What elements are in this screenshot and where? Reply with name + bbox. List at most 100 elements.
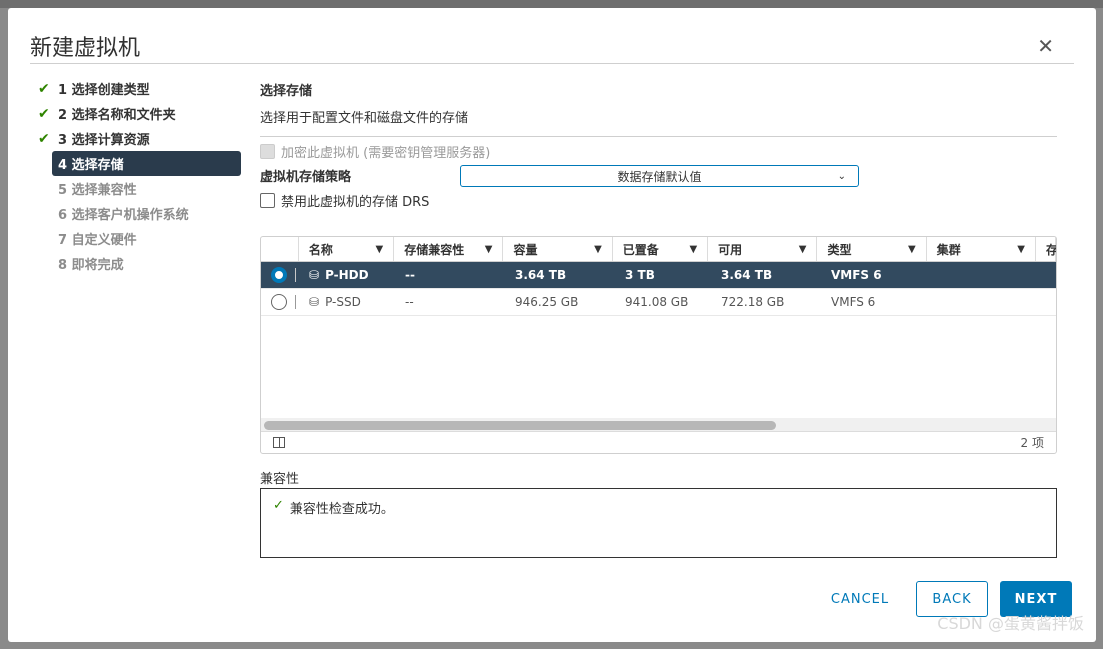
item-count: 2 项 [1020, 436, 1044, 450]
filter-icon[interactable]: ▼ [485, 244, 493, 255]
table-row[interactable]: ⛁ P-SSD -- 946.25 GB 941.08 GB 722.18 GB … [261, 289, 1056, 316]
filter-icon[interactable]: ▼ [376, 244, 384, 255]
cell-text: P-HDD [325, 268, 369, 282]
step-label: 7 自定义硬件 [58, 233, 137, 248]
scrollbar-thumb[interactable] [264, 421, 776, 430]
step-4[interactable]: 4 选择存储 [52, 151, 241, 176]
cell-text: -- [405, 268, 415, 282]
cell-cluster [931, 289, 1041, 315]
cell-free: 722.18 GB [711, 289, 821, 315]
separator [295, 295, 296, 309]
cancel-button[interactable]: CANCEL [824, 581, 896, 617]
cell-compat: -- [395, 262, 505, 288]
cell-text: P-SSD [325, 295, 361, 309]
cell-text: -- [405, 295, 414, 309]
cell-text: 3.64 TB [721, 268, 773, 282]
cell-text: 3 TB [625, 268, 655, 282]
check-icon: ✔ [38, 130, 50, 147]
step-label: 1 选择创建类型 [58, 83, 150, 98]
cell-name: ⛁ P-SSD [299, 289, 395, 315]
encrypt-row: 加密此虚拟机 (需要密钥管理服务器) [260, 142, 490, 161]
header-label: 可用 [718, 242, 743, 257]
cell-provisioned: 941.08 GB [615, 289, 711, 315]
check-icon: ✔ [38, 105, 50, 122]
step-1[interactable]: ✔ 1 选择创建类型 [38, 76, 242, 101]
row-radio[interactable] [271, 294, 287, 310]
header-label: 容量 [513, 242, 538, 257]
header-label: 已置备 [622, 242, 659, 257]
cell-text: VMFS 6 [831, 295, 876, 309]
filter-icon[interactable]: ▼ [594, 244, 602, 255]
datastore-icon: ⛁ [309, 295, 320, 309]
header-free[interactable]: 可用 ▼ [708, 237, 818, 261]
step-label: 6 选择客户机操作系统 [58, 208, 189, 223]
drs-label: 禁用此虚拟机的存储 DRS [281, 195, 430, 210]
background-top [0, 0, 1103, 8]
cell-text: VMFS 6 [831, 268, 882, 282]
cell-type: VMFS 6 [821, 289, 931, 315]
storage-section: 选择存储 选择用于配置文件和磁盘文件的存储 [260, 80, 1057, 137]
header-cluster[interactable]: 集群 ▼ [927, 237, 1036, 261]
encrypt-checkbox[interactable] [260, 144, 275, 159]
cell-text: 946.25 GB [515, 295, 579, 309]
header-type[interactable]: 类型 ▼ [817, 237, 927, 261]
section-divider [260, 136, 1057, 137]
section-subtitle: 选择用于配置文件和磁盘文件的存储 [260, 111, 469, 126]
header-label: 集群 [936, 242, 961, 257]
wizard-steps: ✔ 1 选择创建类型 ✔ 2 选择名称和文件夹 ✔ 3 选择计算资源 4 选择存储 5… [38, 76, 242, 276]
header-compat[interactable]: 存储兼容性 ▼ [394, 237, 504, 261]
header-label: 存 [1046, 242, 1057, 257]
policy-label: 虚拟机存储策略 [260, 166, 351, 185]
step-5: 5 选择兼容性 [38, 176, 242, 201]
step-2[interactable]: ✔ 2 选择名称和文件夹 [38, 101, 242, 126]
step-label: 5 选择兼容性 [58, 183, 137, 198]
separator [295, 268, 296, 282]
cell-free: 3.64 TB [711, 262, 821, 288]
row-select [261, 289, 299, 315]
compatibility-box: ✓ 兼容性检查成功。 [260, 488, 1057, 558]
header-label: 存储兼容性 [404, 242, 465, 257]
watermark: CSDN @蛋黄酱拌饭 [937, 614, 1084, 633]
row-select [261, 262, 299, 288]
cell-capacity: 946.25 GB [505, 289, 615, 315]
header-provisioned[interactable]: 已置备 ▼ [613, 237, 709, 261]
step-3[interactable]: ✔ 3 选择计算资源 [38, 126, 242, 151]
datastore-icon: ⛁ [309, 268, 320, 282]
storage-policy-select[interactable]: 数据存储默认值 ⌄ [460, 165, 859, 187]
step-label: 8 即将完成 [58, 258, 124, 273]
row-radio[interactable] [271, 267, 287, 283]
cell-provisioned: 3 TB [615, 262, 711, 288]
step-8: 8 即将完成 [38, 251, 242, 276]
cell-name: ⛁ P-HDD [299, 262, 395, 288]
cell-text: 3.64 TB [515, 268, 567, 282]
column-toggle-icon[interactable] [273, 437, 285, 448]
header-label: 名称 [308, 242, 333, 257]
cell-cluster [931, 262, 1041, 288]
grid-footer: 2 项 [261, 431, 1056, 453]
compatibility-label: 兼容性 [260, 472, 300, 487]
step-7: 7 自定义硬件 [38, 226, 242, 251]
drs-checkbox[interactable] [260, 193, 275, 208]
check-icon: ✔ [38, 80, 50, 97]
horizontal-scrollbar[interactable] [261, 418, 1056, 432]
policy-label-text: 虚拟机存储策略 [260, 170, 352, 185]
header-label: 类型 [827, 242, 852, 257]
header-name[interactable]: 名称 ▼ [299, 237, 395, 261]
cell-text: 722.18 GB [721, 295, 785, 309]
step-label: 4 选择存储 [58, 158, 124, 173]
filter-icon[interactable]: ▼ [908, 244, 916, 255]
header-capacity[interactable]: 容量 ▼ [503, 237, 613, 261]
header-more[interactable]: 存 [1036, 237, 1056, 261]
datastore-grid: 名称 ▼ 存储兼容性 ▼ 容量 ▼ 已置备 ▼ 可用 ▼ 类型 ▼ 集群 ▼ 存 ⛁ P-HDD… [260, 236, 1057, 454]
filter-icon[interactable]: ▼ [689, 244, 697, 255]
section-title: 选择存储 [260, 84, 313, 99]
drs-row: 禁用此虚拟机的存储 DRS [260, 191, 429, 210]
filter-icon[interactable]: ▼ [1017, 244, 1025, 255]
cell-compat: -- [395, 289, 505, 315]
chevron-down-icon: ⌄ [837, 170, 846, 182]
compatibility-message: 兼容性检查成功。 [289, 502, 394, 517]
table-row[interactable]: ⛁ P-HDD -- 3.64 TB 3 TB 3.64 TB VMFS 6 [261, 262, 1056, 289]
close-icon[interactable]: ✕ [1037, 36, 1054, 56]
encrypt-label: 加密此虚拟机 (需要密钥管理服务器) [281, 146, 491, 161]
filter-icon[interactable]: ▼ [799, 244, 807, 255]
